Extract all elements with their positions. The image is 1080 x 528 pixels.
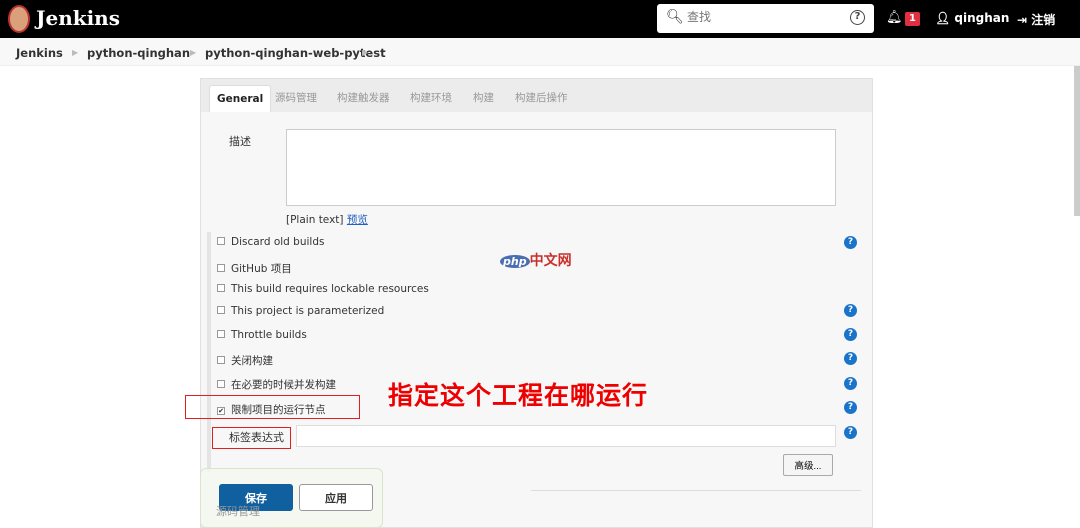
option-label: GitHub 项目: [231, 263, 292, 275]
logout-icon: ⇥: [1017, 13, 1032, 27]
breadcrumb-jenkins[interactable]: Jenkins: [16, 46, 63, 60]
option-concurrent-builds[interactable]: 在必要的时候并发构建: [217, 377, 336, 392]
option-label: 在必要的时候并发构建: [231, 379, 336, 391]
search-icon: 🔍︎: [666, 9, 684, 25]
bell-icon[interactable]: 🔔︎: [886, 10, 903, 25]
preview-link[interactable]: 预览: [347, 214, 368, 226]
checkbox[interactable]: [217, 237, 225, 245]
chevron-right-icon[interactable]: ▶: [190, 48, 196, 57]
user-icon: 👤︎: [935, 11, 955, 25]
tab-scm[interactable]: 源码管理: [275, 85, 317, 112]
checkbox[interactable]: [217, 356, 225, 364]
description-textarea[interactable]: [286, 129, 836, 206]
tab-environment[interactable]: 构建环境: [410, 85, 452, 112]
option-label: This build requires lockable resources: [231, 283, 429, 295]
option-label: 关闭构建: [231, 355, 273, 367]
breadcrumb-folder[interactable]: python-qinghan: [87, 46, 190, 60]
tab-build[interactable]: 构建: [473, 85, 494, 112]
option-parameterized[interactable]: This project is parameterized: [217, 305, 384, 317]
label-expression-input[interactable]: [296, 425, 836, 447]
logout-label: 注销: [1031, 13, 1056, 27]
help-icon[interactable]: ?: [844, 328, 857, 341]
help-icon[interactable]: ?: [850, 10, 865, 25]
checkbox[interactable]: [217, 330, 225, 338]
format-hint: [Plain text] 预览: [286, 212, 368, 227]
apply-button[interactable]: 应用: [299, 484, 373, 511]
next-section-title: 源码管理: [216, 505, 260, 518]
config-panel: General 源码管理 构建触发器 构建环境 构建 构建后操作 描述 [Pla…: [200, 78, 873, 528]
help-icon[interactable]: ?: [844, 426, 857, 439]
option-label: This project is parameterized: [231, 305, 385, 317]
annotation-box: [212, 427, 291, 449]
notification-badge[interactable]: 1: [905, 12, 920, 26]
option-throttle-builds[interactable]: Throttle builds: [217, 329, 307, 341]
description-label: 描述: [229, 135, 251, 148]
annotation-text: 指定这个工程在哪运行: [388, 381, 649, 410]
save-bar: 保存 应用: [200, 468, 383, 528]
divider: [531, 490, 861, 491]
watermark-logo: php 中文网: [500, 250, 572, 270]
logout-link[interactable]: ⇥ 注销: [1017, 11, 1055, 28]
help-icon[interactable]: ?: [844, 352, 857, 365]
advanced-button[interactable]: 高级...: [783, 454, 833, 476]
tab-triggers[interactable]: 构建触发器: [337, 85, 390, 112]
option-discard-old-builds[interactable]: Discard old builds: [217, 236, 324, 248]
checkbox[interactable]: [217, 306, 225, 314]
jenkins-logo[interactable]: [8, 5, 30, 33]
help-icon[interactable]: ?: [844, 401, 857, 414]
checkbox[interactable]: [217, 284, 225, 292]
checkbox[interactable]: [217, 264, 225, 272]
option-lockable-resources[interactable]: This build requires lockable resources: [217, 283, 429, 295]
option-label: Throttle builds: [231, 329, 307, 341]
annotation-box: [185, 395, 360, 419]
plain-text-label: [Plain text]: [286, 214, 344, 226]
top-header: Jenkins 🔍︎ ? 🔔︎ 1 👤︎ qinghan ⇥ 注销: [0, 0, 1080, 38]
search-box: 🔍︎ ?: [657, 4, 874, 33]
brand-title[interactable]: Jenkins: [36, 6, 120, 30]
breadcrumb: Jenkins ▶ python-qinghan ▶ python-qingha…: [0, 38, 1080, 66]
tab-post-build[interactable]: 构建后操作: [515, 85, 568, 112]
user-link[interactable]: 👤︎ qinghan: [935, 11, 1009, 25]
user-name: qinghan: [954, 11, 1010, 25]
config-tabs: General 源码管理 构建触发器 构建环境 构建 构建后操作: [201, 79, 872, 112]
tab-general[interactable]: General: [209, 85, 272, 112]
help-icon[interactable]: ?: [844, 236, 857, 249]
scrollbar[interactable]: [1074, 66, 1080, 216]
option-disable-build[interactable]: 关闭构建: [217, 353, 273, 368]
help-icon[interactable]: ?: [844, 304, 857, 317]
option-github-project[interactable]: GitHub 项目: [217, 261, 292, 276]
checkbox[interactable]: [217, 380, 225, 388]
help-icon[interactable]: ?: [844, 377, 857, 390]
chevron-right-icon[interactable]: ▶: [72, 48, 78, 57]
chevron-right-icon[interactable]: ▶: [362, 48, 368, 57]
section-bar: [207, 232, 211, 472]
breadcrumb-job[interactable]: python-qinghan-web-pytest: [205, 46, 386, 60]
search-input[interactable]: [687, 10, 837, 24]
option-label: Discard old builds: [231, 236, 325, 248]
